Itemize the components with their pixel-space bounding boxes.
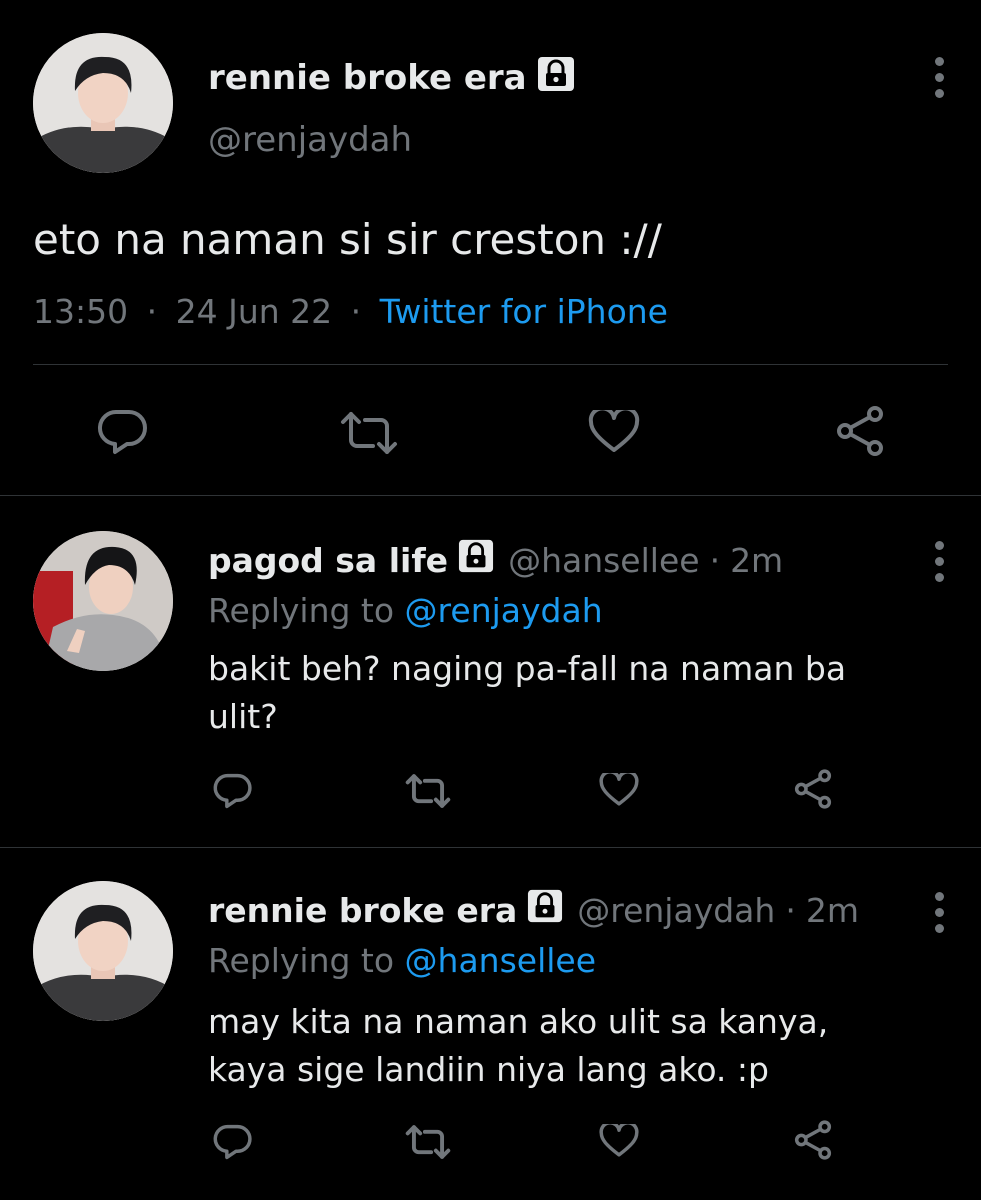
replying-to: Replying to @hansellee <box>208 941 596 980</box>
tweet-meta: 13:50 · 24 Jun 22 · Twitter for iPhone <box>33 292 668 331</box>
lock-icon <box>527 888 563 932</box>
share-icon[interactable] <box>792 768 834 814</box>
meta-divider <box>33 364 948 365</box>
handle[interactable]: @hansellee <box>508 541 700 580</box>
display-name[interactable]: rennie broke era <box>208 56 575 100</box>
handle[interactable]: @renjaydah <box>208 120 412 160</box>
tweet-divider <box>0 847 981 848</box>
like-icon[interactable] <box>599 770 639 811</box>
avatar[interactable] <box>33 531 173 671</box>
reply-icon[interactable] <box>213 1123 253 1165</box>
replying-to: Replying to @renjaydah <box>208 591 603 630</box>
like-icon[interactable] <box>588 406 640 458</box>
reply-header: rennie broke era @renjaydah · 2m <box>208 888 859 932</box>
more-options-icon[interactable] <box>929 892 949 933</box>
tweet-text-line: may kita na naman ako ulit sa kanya, <box>208 1002 829 1041</box>
replying-prefix: Replying to <box>208 591 395 630</box>
separator: · <box>350 292 362 331</box>
reply-icon[interactable] <box>97 408 149 460</box>
separator: · <box>709 540 721 580</box>
reply-header: pagod sa life @hansellee · 2m <box>208 538 783 582</box>
tweet-divider <box>0 495 981 496</box>
tweet-text-line: bakit beh? naging pa-fall na naman ba <box>208 649 847 688</box>
replying-to-link[interactable]: @renjaydah <box>405 591 603 630</box>
replying-to-link[interactable]: @hansellee <box>405 941 597 980</box>
avatar[interactable] <box>33 881 173 1021</box>
tweet-source-link[interactable]: Twitter for iPhone <box>380 292 668 331</box>
tweet-time: 2m <box>730 540 784 580</box>
share-icon[interactable] <box>833 404 887 462</box>
tweet-time: 2m <box>805 890 859 930</box>
avatar[interactable] <box>33 33 173 173</box>
lock-icon <box>537 55 575 102</box>
more-options-icon[interactable] <box>929 57 949 98</box>
share-icon[interactable] <box>792 1119 834 1165</box>
handle[interactable]: @renjaydah <box>577 891 775 930</box>
display-name-text[interactable]: rennie broke era <box>208 891 517 930</box>
reply-icon[interactable] <box>213 772 253 814</box>
display-name-text[interactable]: pagod sa life <box>208 541 448 580</box>
display-name-text: rennie broke era <box>208 58 527 98</box>
tweet-time: 13:50 <box>33 292 129 331</box>
retweet-icon[interactable] <box>403 773 453 813</box>
separator: · <box>146 292 158 331</box>
retweet-icon[interactable] <box>337 410 401 460</box>
tweet-date: 24 Jun 22 <box>175 292 333 331</box>
lock-icon <box>458 538 494 582</box>
tweet-text-line: kaya sige landiin niya lang ako. :p <box>208 1050 769 1089</box>
separator: · <box>785 890 796 930</box>
like-icon[interactable] <box>599 1121 639 1162</box>
replying-prefix: Replying to <box>208 941 395 980</box>
tweet-text: eto na naman si sir creston :// <box>33 215 662 264</box>
tweet-text-line: ulit? <box>208 697 278 736</box>
more-options-icon[interactable] <box>929 541 949 582</box>
retweet-icon[interactable] <box>403 1124 453 1164</box>
